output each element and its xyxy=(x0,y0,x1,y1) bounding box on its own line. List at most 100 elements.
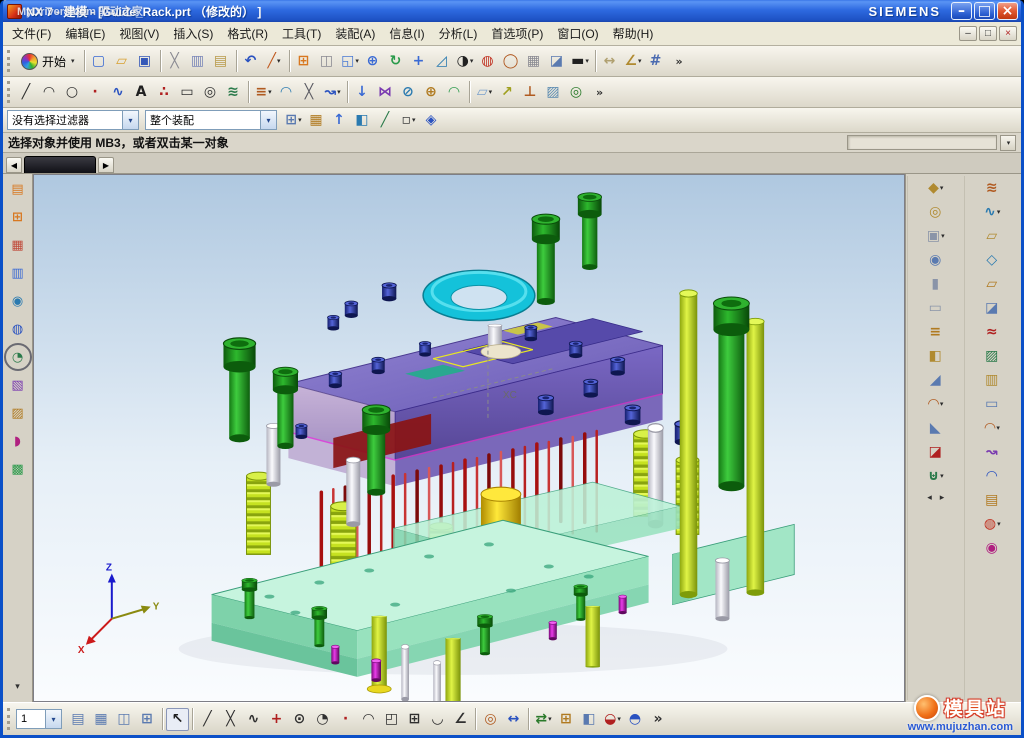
rotate-view-icon[interactable]: ↻ xyxy=(385,50,408,73)
layer-settings-icon[interactable]: ▦ xyxy=(90,708,113,731)
patch-icon[interactable]: ▨ xyxy=(965,344,1021,368)
background-icon[interactable]: ▬▾ xyxy=(569,50,592,73)
book-catalog-icon[interactable]: ▤ xyxy=(965,488,1021,512)
child-close-button[interactable]: × xyxy=(999,26,1017,41)
boss-icon[interactable]: ▮ xyxy=(908,272,964,296)
wireframe-icon[interactable]: ◯ xyxy=(500,50,523,73)
viewport-3d-canvas[interactable]: XC Z Y X xyxy=(34,175,904,701)
curve-length-icon[interactable]: ↝▾ xyxy=(321,81,344,104)
trim-body-icon[interactable]: ◪ xyxy=(908,440,964,464)
window-layout-icon[interactable]: ◫ xyxy=(316,50,339,73)
fit-view-icon[interactable]: ⊞ xyxy=(293,50,316,73)
toolbar-grip[interactable] xyxy=(7,50,11,72)
snap-intersection-icon[interactable]: + xyxy=(265,708,288,731)
datum-csys-icon[interactable]: ⊥ xyxy=(519,81,542,104)
selection-scope-combo[interactable]: 整个装配 ▾ xyxy=(145,110,277,130)
rib-icon[interactable]: ≡ xyxy=(908,320,964,344)
point-icon[interactable]: ∙ xyxy=(84,81,107,104)
menu-format[interactable]: 格式(R) xyxy=(220,22,275,45)
datum-axis-icon[interactable]: ↗ xyxy=(496,81,519,104)
locating-ring[interactable] xyxy=(423,270,535,320)
grid-display-icon[interactable]: ⊞ xyxy=(136,708,159,731)
toolbar-overflow-button[interactable]: » xyxy=(588,81,611,104)
arc-icon[interactable]: ◠ xyxy=(38,81,61,104)
snap-quadrant-icon[interactable]: ◔ xyxy=(311,708,334,731)
studio-surface-icon[interactable]: ◠▾ xyxy=(965,416,1021,440)
snap-point-on-face-icon[interactable]: ◰ xyxy=(380,708,403,731)
select-cursor-icon[interactable]: ↖ xyxy=(166,708,189,731)
open-folder-icon[interactable]: ▱ xyxy=(111,50,134,73)
overflow-more-icon[interactable]: » xyxy=(647,708,670,731)
line-icon[interactable]: ╱ xyxy=(15,81,38,104)
menu-file[interactable]: 文件(F) xyxy=(5,22,58,45)
system-scenes-icon[interactable]: ▩ xyxy=(6,457,30,481)
snap-midpoint-icon[interactable]: ╳ xyxy=(219,708,242,731)
new-file-icon[interactable]: ▢ xyxy=(88,50,111,73)
measure-icon[interactable]: ∠▾ xyxy=(622,50,645,73)
tab-back-button[interactable]: ◀ xyxy=(6,157,22,173)
chevron-down-icon[interactable]: ▾ xyxy=(122,111,138,129)
copy-icon[interactable]: ▥ xyxy=(187,50,210,73)
n-sided-surface-icon[interactable]: ◇ xyxy=(965,248,1021,272)
measure-distance-icon[interactable]: ↔ xyxy=(502,708,525,731)
history-palette-icon[interactable]: ◔ xyxy=(6,345,30,369)
tab-forward-button[interactable]: ▶ xyxy=(98,157,114,173)
chamfer-icon[interactable]: ◣ xyxy=(908,416,964,440)
manufacturing-wizard-icon[interactable]: ▨ xyxy=(6,401,30,425)
select-all-icon[interactable]: ▦ xyxy=(305,109,328,132)
title-bar[interactable]: NX 7 - 建模 - [Guide_Rack.prt （修改的） ] SIEM… xyxy=(3,0,1021,22)
ruled-surface-icon[interactable]: ▱ xyxy=(965,224,1021,248)
face-analysis-icon[interactable]: ◍ xyxy=(477,50,500,73)
true-shading-icon[interactable]: ▦ xyxy=(523,50,546,73)
child-restore-button[interactable]: □ xyxy=(979,26,997,41)
scroll-right-icon[interactable]: ▸ xyxy=(940,492,945,503)
selection-pen-icon[interactable]: ╱▾ xyxy=(263,50,286,73)
clip-section-icon[interactable]: ◪ xyxy=(546,50,569,73)
part-navigator-icon[interactable]: ▦ xyxy=(6,233,30,257)
selection-filter-menu-icon[interactable]: ⊞▾ xyxy=(282,109,305,132)
menu-insert[interactable]: 插入(S) xyxy=(166,22,220,45)
rectangle-icon[interactable]: ▭ xyxy=(176,81,199,104)
revolve-icon[interactable]: ◎ xyxy=(908,200,964,224)
draft-icon[interactable]: ◢ xyxy=(908,368,964,392)
hole-icon[interactable]: ◉ xyxy=(908,248,964,272)
menu-information[interactable]: 信息(I) xyxy=(382,22,431,45)
edge-blend-icon[interactable]: ◠▾ xyxy=(908,392,964,416)
snap-endpoint-icon[interactable]: ╱ xyxy=(196,708,219,731)
save-icon[interactable]: ▣ xyxy=(134,50,157,73)
combined-projection-icon[interactable]: ⊕ xyxy=(420,81,443,104)
extrude-icon[interactable]: ◆▾ xyxy=(908,176,964,200)
zoom-in-icon[interactable]: ⊕ xyxy=(362,50,385,73)
deviation-icon[interactable]: ◉ xyxy=(965,536,1021,560)
unite-icon[interactable]: ⊎▾ xyxy=(908,464,964,488)
bounded-plane-icon[interactable]: ▭ xyxy=(965,392,1021,416)
wcs-dynamics-icon[interactable]: ◎ xyxy=(479,708,502,731)
snap-bounded-grid-icon[interactable]: ⊞ xyxy=(403,708,426,731)
trim-curve-icon[interactable]: ╳ xyxy=(298,81,321,104)
menu-view[interactable]: 视图(V) xyxy=(112,22,166,45)
menu-edit[interactable]: 编辑(E) xyxy=(58,22,112,45)
ellipse-icon[interactable]: ◎ xyxy=(199,81,222,104)
style-sweep-icon[interactable]: ↝ xyxy=(965,440,1021,464)
reuse-library-icon[interactable]: ▥ xyxy=(6,261,30,285)
wcs-cube-icon[interactable]: ◈ xyxy=(420,109,443,132)
filter-edge-icon[interactable]: ╱ xyxy=(374,109,397,132)
menu-preferences[interactable]: 首选项(P) xyxy=(484,22,550,45)
offset-curve-icon[interactable]: ≡▾ xyxy=(252,81,275,104)
cue-options-button[interactable]: ▾ xyxy=(1000,135,1016,151)
wrap-curve-icon[interactable]: ◠ xyxy=(443,81,466,104)
snap-existing-point-icon[interactable]: ∙ xyxy=(334,708,357,731)
assembly-navigator-icon[interactable]: ▤ xyxy=(6,177,30,201)
filter-face-icon[interactable]: ◧ xyxy=(351,109,374,132)
toolbar-grip[interactable] xyxy=(7,81,11,103)
view-layout-icon[interactable]: ◫ xyxy=(113,708,136,731)
cut-icon[interactable]: ╳ xyxy=(164,50,187,73)
up-one-level-icon[interactable]: ↑ xyxy=(328,109,351,132)
move-component-icon[interactable]: ↔ xyxy=(599,50,622,73)
intersect-curve-icon[interactable]: ⋈ xyxy=(374,81,397,104)
raster-image-icon[interactable]: ▨ xyxy=(542,81,565,104)
maximize-button[interactable]: □ xyxy=(974,2,995,20)
offset-surface-icon[interactable]: ▱ xyxy=(965,272,1021,296)
snap-tangent-icon[interactable]: ◡ xyxy=(426,708,449,731)
snap-toggle-icon[interactable]: # xyxy=(645,50,668,73)
